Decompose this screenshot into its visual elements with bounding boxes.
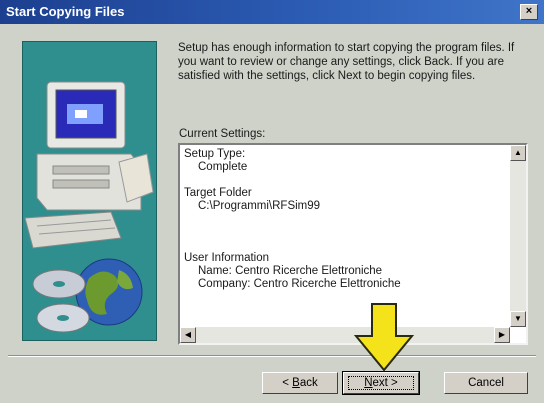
setup-dialog: Start Copying Files × Setup has enough i… (0, 0, 544, 403)
vertical-scrollbar[interactable]: ▲ ▼ (510, 145, 526, 327)
back-button[interactable]: < Back (262, 372, 338, 394)
computer-illustration-icon (24, 81, 154, 333)
target-folder-value: C:\Programmi\RFSim99 (198, 200, 321, 212)
back-prefix: < (282, 377, 293, 389)
scroll-right-icon[interactable]: ▶ (494, 327, 510, 343)
target-folder-label: Target Folder (184, 187, 252, 199)
keyboard-icon (24, 211, 122, 249)
scroll-down-icon[interactable]: ▼ (510, 311, 526, 327)
current-settings-label: Current Settings: (179, 128, 266, 140)
button-separator (8, 355, 536, 357)
setup-type-label: Setup Type: (184, 148, 246, 160)
back-mnemonic: B (292, 377, 300, 389)
back-label-rest: ack (299, 377, 318, 389)
focus-rectangle (348, 376, 414, 390)
horizontal-scrollbar[interactable]: ◀ ▶ (180, 327, 510, 343)
window-title: Start Copying Files (6, 4, 125, 19)
arrow-down-icon (353, 303, 415, 372)
title-bar[interactable]: Start Copying Files × (0, 0, 544, 24)
scroll-up-icon[interactable]: ▲ (510, 145, 526, 161)
user-name-value: Name: Centro Ricerche Elettroniche (198, 265, 383, 277)
cancel-button[interactable]: Cancel (444, 372, 528, 394)
settings-content: Setup Type: Complete Target Folder C:\Pr… (184, 148, 504, 291)
user-info-label: User Information (184, 252, 270, 264)
user-company-value: Company: Centro Ricerche Elettroniche (198, 278, 401, 290)
close-button[interactable]: × (520, 4, 538, 20)
setup-artwork (22, 41, 157, 341)
setup-type-value: Complete (198, 161, 248, 173)
intro-text: Setup has enough information to start co… (178, 42, 515, 82)
next-button[interactable]: Next > (342, 371, 420, 395)
scroll-left-icon[interactable]: ◀ (180, 327, 196, 343)
